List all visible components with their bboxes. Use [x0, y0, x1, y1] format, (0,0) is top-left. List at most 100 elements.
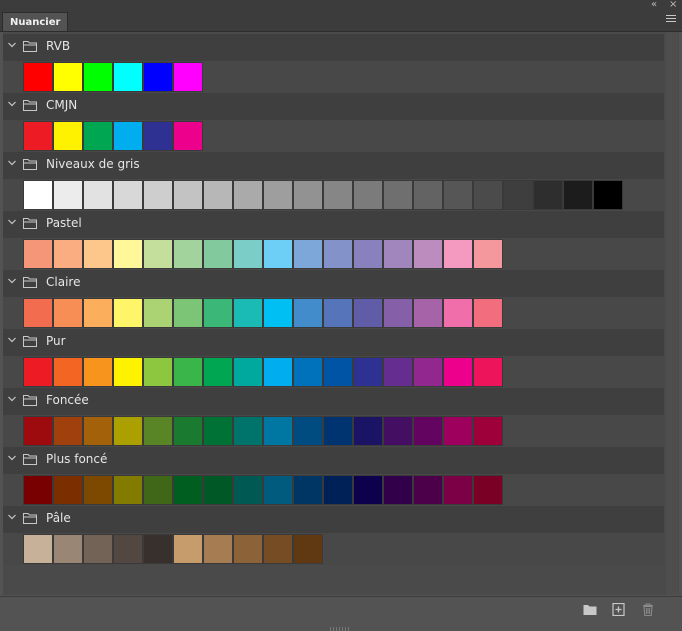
color-swatch[interactable]	[383, 180, 413, 210]
swatch-group-header[interactable]: RVB	[3, 34, 664, 61]
color-swatch[interactable]	[353, 357, 383, 387]
color-swatch[interactable]	[23, 121, 53, 151]
color-swatch[interactable]	[143, 475, 173, 505]
color-swatch[interactable]	[173, 62, 203, 92]
swatch-group-header[interactable]: Pur	[3, 329, 664, 356]
color-swatch[interactable]	[443, 357, 473, 387]
color-swatch[interactable]	[173, 475, 203, 505]
color-swatch[interactable]	[83, 357, 113, 387]
color-swatch[interactable]	[113, 180, 143, 210]
color-swatch[interactable]	[203, 298, 233, 328]
color-swatch[interactable]	[233, 180, 263, 210]
delete-swatch-icon[interactable]	[641, 603, 655, 616]
color-swatch[interactable]	[443, 416, 473, 446]
color-swatch[interactable]	[113, 357, 143, 387]
color-swatch[interactable]	[113, 416, 143, 446]
color-swatch[interactable]	[173, 180, 203, 210]
color-swatch[interactable]	[413, 180, 443, 210]
color-swatch[interactable]	[443, 239, 473, 269]
collapse-panel-button[interactable]: «	[651, 0, 657, 11]
color-swatch[interactable]	[53, 239, 83, 269]
chevron-down-icon[interactable]	[8, 41, 16, 49]
new-group-folder-icon[interactable]	[583, 603, 597, 616]
color-swatch[interactable]	[473, 357, 503, 387]
color-swatch[interactable]	[53, 180, 83, 210]
color-swatch[interactable]	[113, 62, 143, 92]
color-swatch[interactable]	[83, 239, 113, 269]
color-swatch[interactable]	[53, 416, 83, 446]
swatch-group-header[interactable]: Plus foncé	[3, 447, 664, 474]
color-swatch[interactable]	[563, 180, 593, 210]
close-panel-button[interactable]: ×	[669, 0, 677, 11]
swatch-group-header[interactable]: Niveaux de gris	[3, 152, 664, 179]
color-swatch[interactable]	[383, 239, 413, 269]
color-swatch[interactable]	[323, 298, 353, 328]
color-swatch[interactable]	[83, 62, 113, 92]
chevron-down-icon[interactable]	[8, 454, 16, 462]
color-swatch[interactable]	[143, 534, 173, 564]
color-swatch[interactable]	[323, 239, 353, 269]
color-swatch[interactable]	[383, 298, 413, 328]
color-swatch[interactable]	[263, 534, 293, 564]
color-swatch[interactable]	[263, 180, 293, 210]
color-swatch[interactable]	[263, 416, 293, 446]
color-swatch[interactable]	[323, 475, 353, 505]
color-swatch[interactable]	[203, 180, 233, 210]
color-swatch[interactable]	[473, 416, 503, 446]
color-swatch[interactable]	[353, 239, 383, 269]
color-swatch[interactable]	[83, 121, 113, 151]
swatch-group-header[interactable]: Claire	[3, 270, 664, 297]
color-swatch[interactable]	[503, 180, 533, 210]
color-swatch[interactable]	[83, 298, 113, 328]
color-swatch[interactable]	[233, 357, 263, 387]
vertical-scrollbar[interactable]	[666, 32, 678, 595]
color-swatch[interactable]	[353, 475, 383, 505]
color-swatch[interactable]	[53, 62, 83, 92]
color-swatch[interactable]	[533, 180, 563, 210]
color-swatch[interactable]	[383, 416, 413, 446]
color-swatch[interactable]	[173, 357, 203, 387]
color-swatch[interactable]	[413, 239, 443, 269]
color-swatch[interactable]	[83, 416, 113, 446]
color-swatch[interactable]	[23, 534, 53, 564]
color-swatch[interactable]	[113, 298, 143, 328]
color-swatch[interactable]	[203, 416, 233, 446]
chevron-down-icon[interactable]	[8, 100, 16, 108]
color-swatch[interactable]	[83, 475, 113, 505]
color-swatch[interactable]	[263, 475, 293, 505]
color-swatch[interactable]	[323, 357, 353, 387]
color-swatch[interactable]	[443, 298, 473, 328]
color-swatch[interactable]	[53, 475, 83, 505]
color-swatch[interactable]	[293, 298, 323, 328]
color-swatch[interactable]	[143, 298, 173, 328]
color-swatch[interactable]	[173, 416, 203, 446]
color-swatch[interactable]	[323, 180, 353, 210]
color-swatch[interactable]	[143, 180, 173, 210]
color-swatch[interactable]	[443, 180, 473, 210]
color-swatch[interactable]	[353, 416, 383, 446]
color-swatch[interactable]	[413, 416, 443, 446]
color-swatch[interactable]	[23, 180, 53, 210]
color-swatch[interactable]	[53, 298, 83, 328]
color-swatch[interactable]	[293, 357, 323, 387]
color-swatch[interactable]	[113, 121, 143, 151]
color-swatch[interactable]	[383, 475, 413, 505]
color-swatch[interactable]	[293, 416, 323, 446]
color-swatch[interactable]	[23, 62, 53, 92]
color-swatch[interactable]	[443, 475, 473, 505]
color-swatch[interactable]	[23, 298, 53, 328]
color-swatch[interactable]	[293, 180, 323, 210]
color-swatch[interactable]	[233, 239, 263, 269]
color-swatch[interactable]	[143, 62, 173, 92]
color-swatch[interactable]	[143, 357, 173, 387]
color-swatch[interactable]	[263, 298, 293, 328]
color-swatch[interactable]	[23, 239, 53, 269]
swatch-group-header[interactable]: Pastel	[3, 211, 664, 238]
color-swatch[interactable]	[113, 239, 143, 269]
color-swatch[interactable]	[473, 239, 503, 269]
tab-nuancier[interactable]: Nuancier	[2, 12, 69, 31]
chevron-down-icon[interactable]	[8, 159, 16, 167]
color-swatch[interactable]	[263, 357, 293, 387]
chevron-down-icon[interactable]	[8, 336, 16, 344]
chevron-down-icon[interactable]	[8, 513, 16, 521]
